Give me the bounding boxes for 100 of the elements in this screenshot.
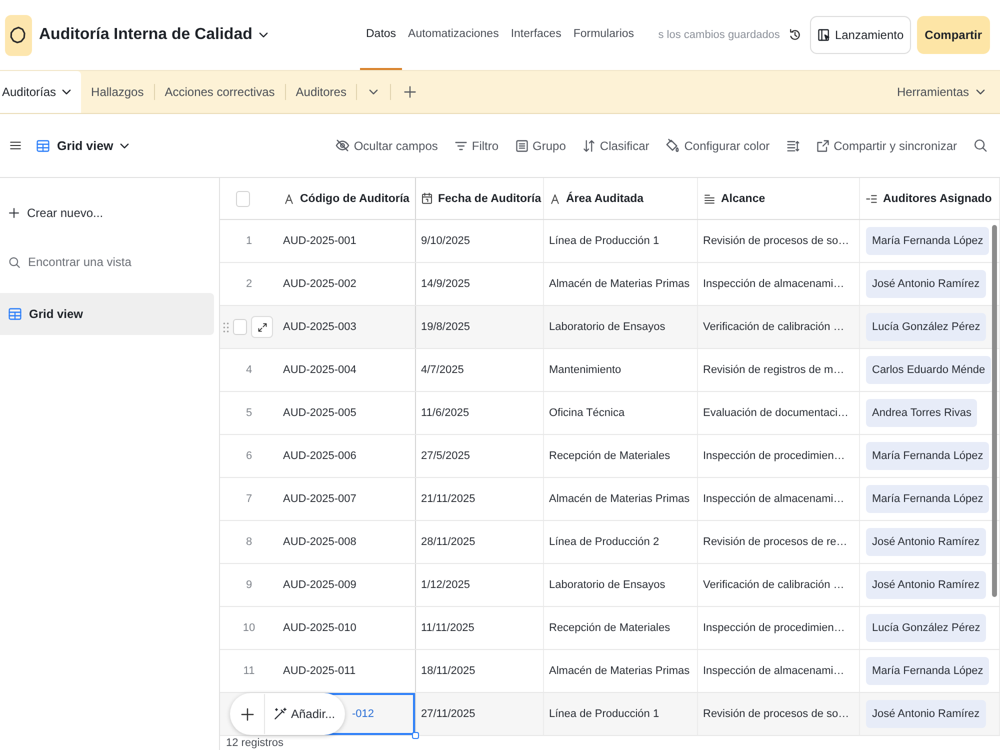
table-cell: AUD-2025-001 [278, 220, 416, 262]
table-cell: Laboratorio de Ensayos [544, 564, 698, 606]
table-cell: Almacén de Materias Primas [544, 650, 698, 692]
table-cell: Línea de Producción 2 [544, 521, 698, 563]
table-tab[interactable]: Auditores [286, 71, 356, 113]
create-view-button[interactable]: Crear nuevo... [0, 198, 104, 228]
auditor-tag: José Antonio Ramírez [866, 528, 986, 556]
text-field-icon [549, 192, 561, 204]
save-status: s los cambios guardados [658, 29, 780, 41]
column-header[interactable]: Código de Auditoría [278, 178, 416, 219]
table-cell: Línea de Producción 1 [544, 220, 698, 262]
toolbar-button[interactable]: Configurar color [665, 138, 770, 153]
row-number: 1 [246, 235, 252, 247]
table-tab[interactable]: Auditorías [0, 71, 82, 113]
cell-text: -012 [352, 708, 374, 720]
table-cell: Verificación de calibración … [698, 306, 860, 348]
table-cell: Mantenimiento [544, 349, 698, 391]
launch-button[interactable]: Lanzamiento [810, 16, 911, 54]
row-number: 7 [246, 493, 252, 505]
column-header[interactable]: Área Auditada [544, 178, 698, 219]
drag-handle-icon[interactable] [223, 322, 229, 332]
table-cell: Evaluación de documentaci… [698, 392, 860, 434]
plus-icon[interactable] [240, 706, 254, 722]
chevron-down-icon[interactable] [259, 32, 268, 38]
column-header[interactable]: Auditores Asignado [860, 178, 1000, 219]
table-cell: Línea de Producción 1 [544, 693, 698, 735]
table-tab[interactable]: Hallazgos [81, 71, 154, 113]
column-header[interactable]: Alcance [698, 178, 860, 219]
table-cell: AUD-2025-009 [278, 564, 416, 606]
chevron-down-icon [120, 142, 130, 148]
history-icon[interactable] [788, 28, 802, 42]
row-number: 6 [246, 450, 252, 462]
select-all-checkbox[interactable] [236, 190, 250, 206]
logo-icon[interactable] [5, 14, 32, 56]
table-cell: Revisión de registros de m… [698, 349, 860, 391]
row-number: 8 [246, 536, 252, 548]
fill-handle[interactable] [412, 732, 419, 739]
table-cell: 9/10/2025 [416, 220, 544, 262]
table-cell: 27/11/2025 [416, 693, 544, 735]
chevron-down-icon [976, 89, 985, 95]
table-cell: Revisión de procesos de so… [698, 693, 860, 735]
grid-icon [8, 307, 22, 321]
toolbar-button[interactable]: Compartir y sincronizar [816, 138, 957, 152]
view-search-field[interactable]: Encontrar una vista [28, 255, 178, 269]
table-cell: Revisión de procesos de re… [698, 521, 860, 563]
table-cell: Revisión de procesos de so… [698, 220, 860, 262]
row-checkbox[interactable] [233, 319, 247, 335]
table-cell: AUD-2025-003 [278, 306, 416, 348]
column-header[interactable]: Fecha de Auditoría [416, 178, 544, 219]
record-count: 12 registros [226, 737, 284, 749]
auditor-tag: María Fernanda López [866, 442, 990, 470]
view-item[interactable]: Grid view [0, 293, 214, 335]
launch-icon [816, 28, 831, 42]
base-title[interactable]: Auditoría Interna de Calidad [39, 26, 252, 44]
nav-tab[interactable]: Automatizaciones [402, 0, 505, 70]
toolbar-button[interactable]: Ocultar campos [334, 138, 438, 153]
toolbar-button[interactable]: Filtro [454, 138, 499, 152]
chevron-down-icon[interactable] [369, 89, 378, 95]
scrollbar-thumb[interactable] [992, 225, 997, 597]
auditor-tag: María Fernanda López [866, 227, 990, 255]
table-cell: Almacén de Materias Primas [544, 478, 698, 520]
table-cell: Recepción de Materiales [544, 607, 698, 649]
menu-icon[interactable] [9, 139, 22, 152]
table-cell: Inspección de almacenami… [698, 263, 860, 305]
table-cell: Recepción de Materiales [544, 435, 698, 477]
table-cell: Almacén de Materias Primas [544, 263, 698, 305]
auditor-tag: Andrea Torres Rivas [866, 399, 978, 427]
magic-wand-icon [273, 707, 287, 721]
row-height-icon[interactable] [786, 138, 800, 152]
row-number: 2 [246, 278, 252, 290]
expand-record-button[interactable] [251, 316, 273, 338]
table-cell: 28/11/2025 [416, 521, 544, 563]
auditor-tag: Lucía González Pérez [866, 614, 986, 642]
table-cell: 14/9/2025 [416, 263, 544, 305]
text-field-icon [283, 192, 295, 204]
external-link-icon [816, 138, 830, 152]
auditor-tag: Carlos Eduardo Ménde [866, 356, 992, 384]
share-button[interactable]: Compartir [916, 16, 990, 54]
table-cell: 19/8/2025 [416, 306, 544, 348]
table-cell: AUD-2025-010 [278, 607, 416, 649]
view-switcher[interactable]: Grid view [36, 138, 130, 152]
tools-menu[interactable]: Herramientas [882, 71, 1000, 113]
auditor-tag: José Antonio Ramírez [866, 270, 986, 298]
table-cell: AUD-2025-011 [278, 650, 416, 692]
toolbar-button[interactable]: Clasificar [582, 138, 650, 152]
nav-tab[interactable]: Formularios [567, 0, 640, 70]
table-cell: 21/11/2025 [416, 478, 544, 520]
table-cell: AUD-2025-006 [278, 435, 416, 477]
expand-arrows-icon [256, 322, 268, 332]
table-tab[interactable]: Acciones correctivas [154, 71, 285, 113]
search-icon[interactable] [973, 138, 988, 153]
table-cell: 18/11/2025 [416, 650, 544, 692]
nav-tab[interactable]: Interfaces [504, 0, 568, 70]
toolbar-button[interactable]: Grupo [514, 138, 566, 152]
plus-icon[interactable] [403, 85, 418, 99]
table-cell: 4/7/2025 [416, 349, 544, 391]
row-number: 11 [243, 665, 255, 677]
auditor-tag: María Fernanda López [866, 485, 990, 513]
row-number: 4 [246, 364, 252, 376]
auditor-tag: Lucía González Pérez [866, 313, 986, 341]
